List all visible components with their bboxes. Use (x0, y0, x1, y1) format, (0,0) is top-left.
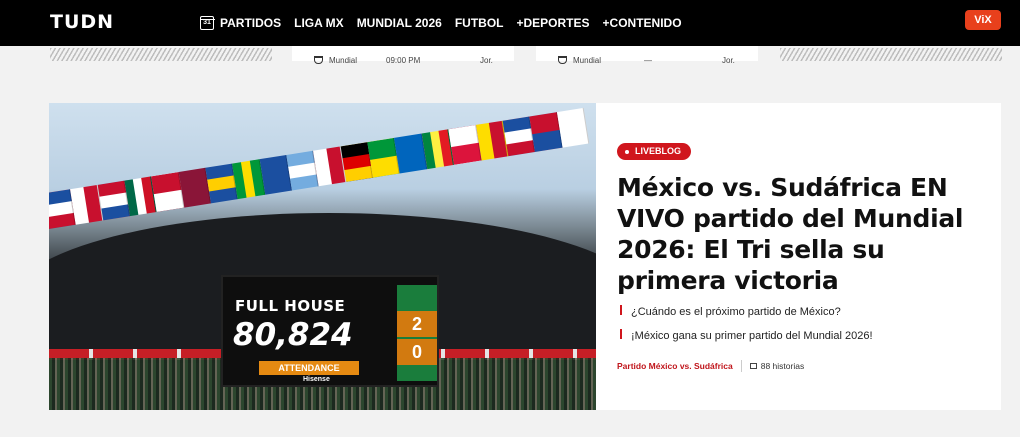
nav-item-contenido[interactable]: +CONTENIDO (603, 16, 682, 30)
scoreboard-attendance-label: ATTENDANCE (259, 361, 359, 375)
article-meta: Partido México vs. Sudáfrica 88 historia… (617, 359, 804, 373)
calendar-icon: 31 (199, 16, 215, 30)
nav-item-deportes[interactable]: +DEPORTES (516, 16, 589, 30)
tudn-logo[interactable]: TUDN (50, 11, 114, 33)
scoreboard-brand: Hisense (303, 376, 330, 383)
article-headline[interactable]: México vs. Sudáfrica EN VIVO partido del… (617, 172, 987, 296)
meta-divider (740, 360, 742, 372)
match-info: Mundial (314, 53, 357, 67)
decorative-hatch (50, 48, 272, 61)
match-info: Mundial (558, 53, 601, 67)
scoreboard-score-away: 0 (397, 339, 437, 365)
match-time: — (644, 55, 652, 65)
match-time: 09:00 PM (386, 55, 421, 65)
nav-label: PARTIDOS (220, 16, 282, 30)
decorative-hatch (780, 48, 1002, 61)
scoreboard-attendance-number: 80,824 (233, 317, 353, 353)
stadium-scoreboard: FULL HOUSE 80,824 ATTENDANCE Hisense 2 0 (221, 275, 439, 387)
live-dot-icon (625, 149, 629, 154)
related-link[interactable]: ¿Cuándo es el próximo partido de México? (617, 305, 987, 329)
hero-image[interactable]: FULL HOUSE 80,824 ATTENDANCE Hisense 2 0 (49, 103, 596, 410)
match-competition: Mundial (573, 55, 602, 65)
scoreboard-score-home: 2 (397, 311, 437, 337)
vix-button[interactable]: ViX (965, 10, 1001, 30)
trophy-icon (558, 56, 567, 64)
match-competition: Mundial (329, 55, 358, 65)
nav-item-partidos[interactable]: 31 PARTIDOS (199, 16, 282, 30)
topic-link[interactable]: Partido México vs. Sudáfrica (617, 361, 733, 371)
badge-label: LIVEBLOG (635, 146, 682, 156)
stadium-flags (49, 107, 590, 229)
liveblog-badge[interactable]: LIVEBLOG (617, 143, 692, 160)
match-round: Jor. (480, 55, 493, 65)
hero-article-card: FULL HOUSE 80,824 ATTENDANCE Hisense 2 0… (49, 103, 1001, 410)
match-card[interactable]: Mundial 09:00 PM Jor. (292, 46, 514, 65)
stories-count: 88 historias (760, 361, 805, 371)
nav-item-futbol[interactable]: FUTBOL (455, 16, 504, 30)
nav-item-liga-mx[interactable]: LIGA MX (294, 16, 344, 30)
match-carousel: Mundial 09:00 PM Jor. Mundial — Jor. (0, 46, 1020, 85)
trophy-icon (314, 56, 323, 64)
match-card[interactable]: Mundial — Jor. (536, 46, 758, 65)
nav-item-mundial-2026[interactable]: MUNDIAL 2026 (357, 16, 442, 30)
related-link[interactable]: ¡México gana su primer partido del Mundi… (617, 329, 987, 353)
main-nav: 31 PARTIDOS LIGA MX MUNDIAL 2026 FUTBOL … (199, 0, 695, 46)
scoreboard-title: FULL HOUSE (235, 297, 346, 315)
top-navigation-bar: TUDN 31 PARTIDOS LIGA MX MUNDIAL 2026 FU… (0, 0, 1020, 46)
related-links: ¿Cuándo es el próximo partido de México?… (617, 305, 987, 353)
stories-icon (749, 363, 757, 369)
match-round: Jor. (722, 55, 735, 65)
